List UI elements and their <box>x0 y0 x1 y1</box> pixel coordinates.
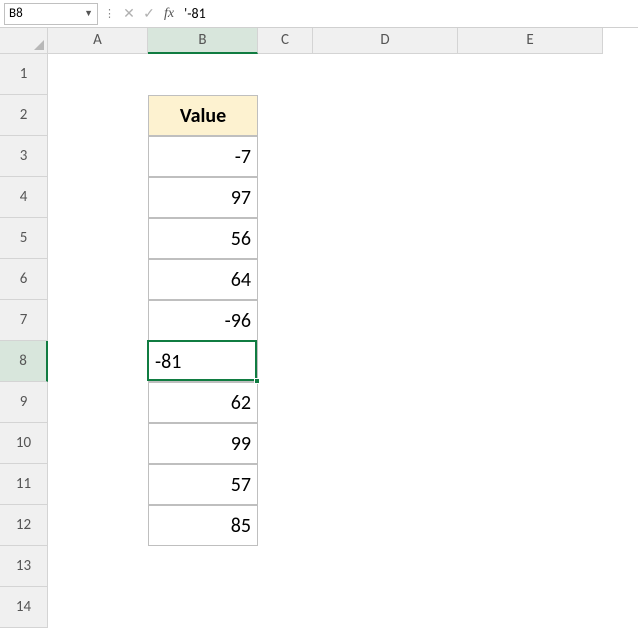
row-header-4[interactable]: 4 <box>0 177 48 218</box>
cell-B7[interactable]: -96 <box>148 300 258 341</box>
cell-B8[interactable]: -81 <box>148 341 258 382</box>
formula-bar-row: B8 ▼ ⋮ ✕ ✓ fx <box>0 0 638 28</box>
formula-buttons: ✕ ✓ fx <box>122 5 176 22</box>
cell-B11[interactable]: 57 <box>148 464 258 505</box>
row-header-1[interactable]: 1 <box>0 54 48 95</box>
row-header-8[interactable]: 8 <box>0 341 48 382</box>
row-header-9[interactable]: 9 <box>0 382 48 423</box>
row-header-13[interactable]: 13 <box>0 546 48 587</box>
column-header-E[interactable]: E <box>458 28 603 54</box>
column-header-B[interactable]: B <box>148 28 258 54</box>
cell-B6[interactable]: 64 <box>148 259 258 300</box>
row-header-3[interactable]: 3 <box>0 136 48 177</box>
cell-B3[interactable]: -7 <box>148 136 258 177</box>
row-header-5[interactable]: 5 <box>0 218 48 259</box>
formula-input[interactable] <box>180 4 634 24</box>
cell-B12[interactable]: 85 <box>148 505 258 546</box>
cell-B9[interactable]: 62 <box>148 382 258 423</box>
name-box[interactable]: B8 ▼ <box>4 3 98 25</box>
select-all-corner[interactable] <box>0 28 48 54</box>
cell-B10[interactable]: 99 <box>148 423 258 464</box>
row-header-2[interactable]: 2 <box>0 95 48 136</box>
column-header-C[interactable]: C <box>258 28 313 54</box>
row-header-14[interactable]: 14 <box>0 587 48 628</box>
column-header-D[interactable]: D <box>313 28 458 54</box>
cell-B4[interactable]: 97 <box>148 177 258 218</box>
row-headers: 1234567891011121314 <box>0 54 48 628</box>
cell-B2[interactable]: Value <box>148 95 258 136</box>
column-header-A[interactable]: A <box>48 28 148 54</box>
cell-B5[interactable]: 56 <box>148 218 258 259</box>
separator-dots: ⋮ <box>102 7 118 20</box>
row-header-10[interactable]: 10 <box>0 423 48 464</box>
cancel-icon[interactable]: ✕ <box>122 5 136 22</box>
enter-icon[interactable]: ✓ <box>142 5 156 22</box>
fill-handle[interactable] <box>254 378 260 384</box>
row-header-6[interactable]: 6 <box>0 259 48 300</box>
row-header-11[interactable]: 11 <box>0 464 48 505</box>
row-header-7[interactable]: 7 <box>0 300 48 341</box>
column-headers: ABCDE <box>48 28 603 54</box>
fx-icon[interactable]: fx <box>162 6 176 22</box>
chevron-down-icon[interactable]: ▼ <box>84 8 93 19</box>
name-box-value: B8 <box>9 6 84 21</box>
row-header-12[interactable]: 12 <box>0 505 48 546</box>
